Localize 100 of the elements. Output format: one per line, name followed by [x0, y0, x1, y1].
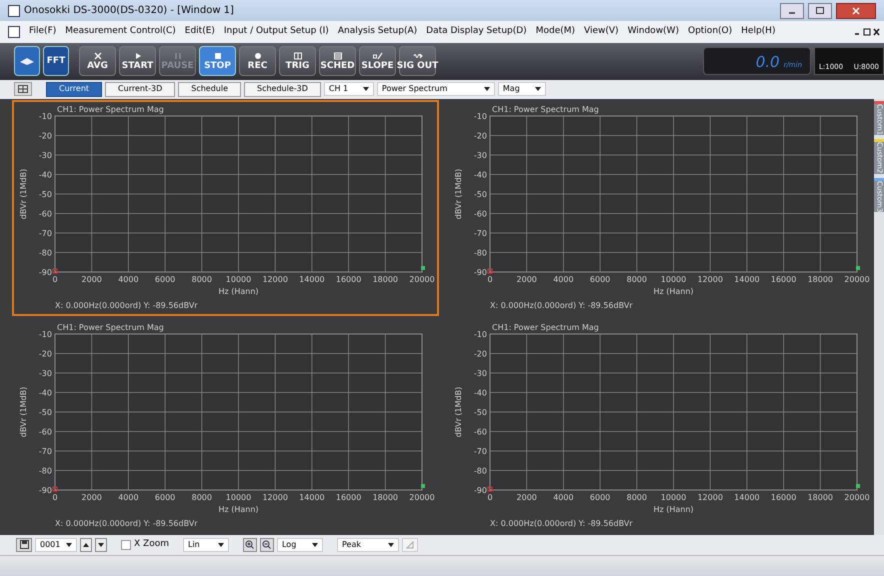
mode-dropdown[interactable]: Peak — [336, 538, 399, 552]
slope-icon — [372, 52, 382, 60]
stop-icon — [212, 52, 222, 60]
y-tick-label: -60 — [473, 210, 486, 219]
x-tick-label: 16000 — [770, 275, 796, 284]
app-menu-icon[interactable] — [8, 26, 20, 38]
y-axis-label: dBVr (1MdB) — [18, 168, 28, 220]
x-tick-label: 8000 — [191, 493, 212, 502]
toolbar-button[interactable]: SIG OUT — [399, 46, 436, 76]
x-tick-label: 2000 — [81, 493, 102, 502]
x-scale-dropdown[interactable]: Lin — [182, 538, 229, 552]
view-tab[interactable]: Current — [46, 82, 102, 97]
x-tick-label: 2000 — [81, 275, 102, 284]
chart-title: CH1: Power Spectrum Mag — [492, 323, 598, 332]
triangle-icon — [406, 540, 414, 549]
y-tick-label: -30 — [38, 151, 52, 160]
y-axis-label: dBVr (1MdB) — [454, 168, 462, 220]
menu-item[interactable]: View(V) — [584, 25, 619, 39]
x-tick-label: 14000 — [734, 275, 760, 284]
y-tick-label: -80 — [473, 466, 486, 476]
x-tick-label: 0 — [486, 275, 492, 284]
cursor-readout: X: 0.000Hz(0.000ord) Y: -89.56dBVr — [490, 519, 632, 528]
y-tick-label: -40 — [473, 170, 486, 180]
caret-icon — [218, 542, 224, 547]
x-tick-label: 14000 — [734, 493, 760, 502]
y-axis-label: dBVr (1MdB) — [454, 386, 462, 438]
mode-button[interactable]: FFT — [43, 46, 69, 76]
menu-item[interactable]: Input / Output Setup (I) — [224, 25, 329, 39]
cursor-readout: X: 0.000Hz(0.000ord) Y: -89.56dBVr — [54, 301, 198, 310]
x-tick-label: 0 — [52, 275, 58, 284]
device-mode-button[interactable] — [14, 46, 40, 76]
maximize-icon — [816, 7, 824, 14]
toolbar-button[interactable]: REC — [239, 46, 276, 76]
toolbar-button[interactable]: TRIG — [279, 46, 316, 76]
y-axis-label: dBVr (1MdB) — [18, 386, 28, 438]
x-tick-label: 18000 — [372, 275, 398, 284]
save-button[interactable] — [16, 538, 32, 552]
x-tick-label: 10000 — [660, 275, 686, 284]
menu-item[interactable]: Mode(M) — [536, 25, 576, 39]
x-tick-label: 0 — [52, 493, 58, 502]
caret-icon — [534, 87, 541, 92]
cursor-readout: X: 0.000Hz(0.000ord) Y: -89.56dBVr — [490, 301, 632, 310]
select-dropdown[interactable]: CH 1 — [324, 82, 374, 96]
menu-item[interactable]: Edit(E) — [184, 25, 215, 39]
y-tick-label: -30 — [473, 151, 486, 160]
menu-item[interactable]: Option(O) — [688, 25, 732, 39]
record-dropdown[interactable]: 0001 — [35, 538, 77, 552]
close-button[interactable] — [836, 2, 876, 19]
x-axis-label: Hz (Hann) — [218, 505, 258, 514]
x-tick-label: 4000 — [118, 493, 138, 502]
x-tick-label: 4000 — [552, 275, 574, 284]
down-button[interactable] — [95, 538, 107, 552]
toolbar-button[interactable]: SLOPE — [359, 46, 396, 76]
x-tick-label: 6000 — [589, 275, 610, 284]
toolbar-button[interactable]: START — [119, 46, 156, 76]
menu-item[interactable]: Analysis Setup(A) — [338, 25, 418, 39]
cursor-marker-icon — [487, 486, 492, 492]
view-tab[interactable]: Schedule-3D — [244, 82, 321, 97]
toolbar-button[interactable]: SCHED — [319, 46, 356, 76]
y-tick-label: -90 — [38, 268, 52, 278]
x-tick-label: 10000 — [225, 493, 251, 502]
x-tick-label: 2000 — [516, 275, 536, 284]
menu-item[interactable]: Help(H) — [741, 25, 776, 39]
y-tick-label: -80 — [38, 248, 52, 258]
y-tick-label: -70 — [38, 447, 52, 456]
view-tab[interactable]: Schedule — [178, 82, 241, 97]
end-marker-icon — [856, 266, 860, 270]
select-dropdown[interactable]: Mag — [498, 82, 546, 96]
y-tick-label: -70 — [38, 229, 52, 238]
menu-item[interactable]: Window(W) — [628, 25, 679, 39]
pause-icon — [172, 52, 182, 60]
y-scale-dropdown[interactable]: Log — [276, 538, 323, 552]
zoom-out-button[interactable] — [260, 538, 274, 552]
y-tick-label: -80 — [473, 248, 486, 258]
zoom-in-button[interactable] — [242, 538, 257, 552]
x-tick-label: 4000 — [552, 493, 574, 502]
view-tab[interactable]: Current-3D — [105, 82, 176, 97]
y-tick-label: -30 — [38, 369, 52, 378]
layout-button[interactable] — [14, 82, 32, 96]
x-tick-label: 20000 — [844, 493, 870, 502]
maximize-button[interactable] — [808, 2, 832, 19]
y-tick-label: -40 — [38, 388, 52, 398]
speed-value: 0.0 — [756, 55, 780, 70]
x-zoom-label: X Zoom — [134, 538, 169, 552]
x-axis-label: Hz (Hann) — [218, 287, 258, 296]
toolbar-button[interactable]: AVG — [79, 46, 116, 76]
menu-item[interactable]: Measurement Control(C) — [65, 25, 176, 39]
menu-item[interactable]: File(F) — [29, 25, 56, 39]
up-button[interactable] — [80, 538, 92, 552]
y-tick-label: -10 — [473, 112, 486, 122]
select-dropdown[interactable]: Power Spectrum — [376, 82, 495, 96]
x-tick-label: 14000 — [298, 493, 324, 502]
y-tick-label: -80 — [38, 466, 52, 476]
x-tick-label: 12000 — [696, 493, 722, 502]
toolbar-button[interactable]: STOP — [199, 46, 236, 76]
end-marker-icon — [856, 484, 860, 488]
y-tick-label: -90 — [473, 268, 486, 278]
x-zoom-checkbox[interactable] — [121, 540, 131, 550]
window-controls-icon[interactable] — [854, 28, 880, 36]
menu-item[interactable]: Data Display Setup(D) — [426, 25, 527, 39]
